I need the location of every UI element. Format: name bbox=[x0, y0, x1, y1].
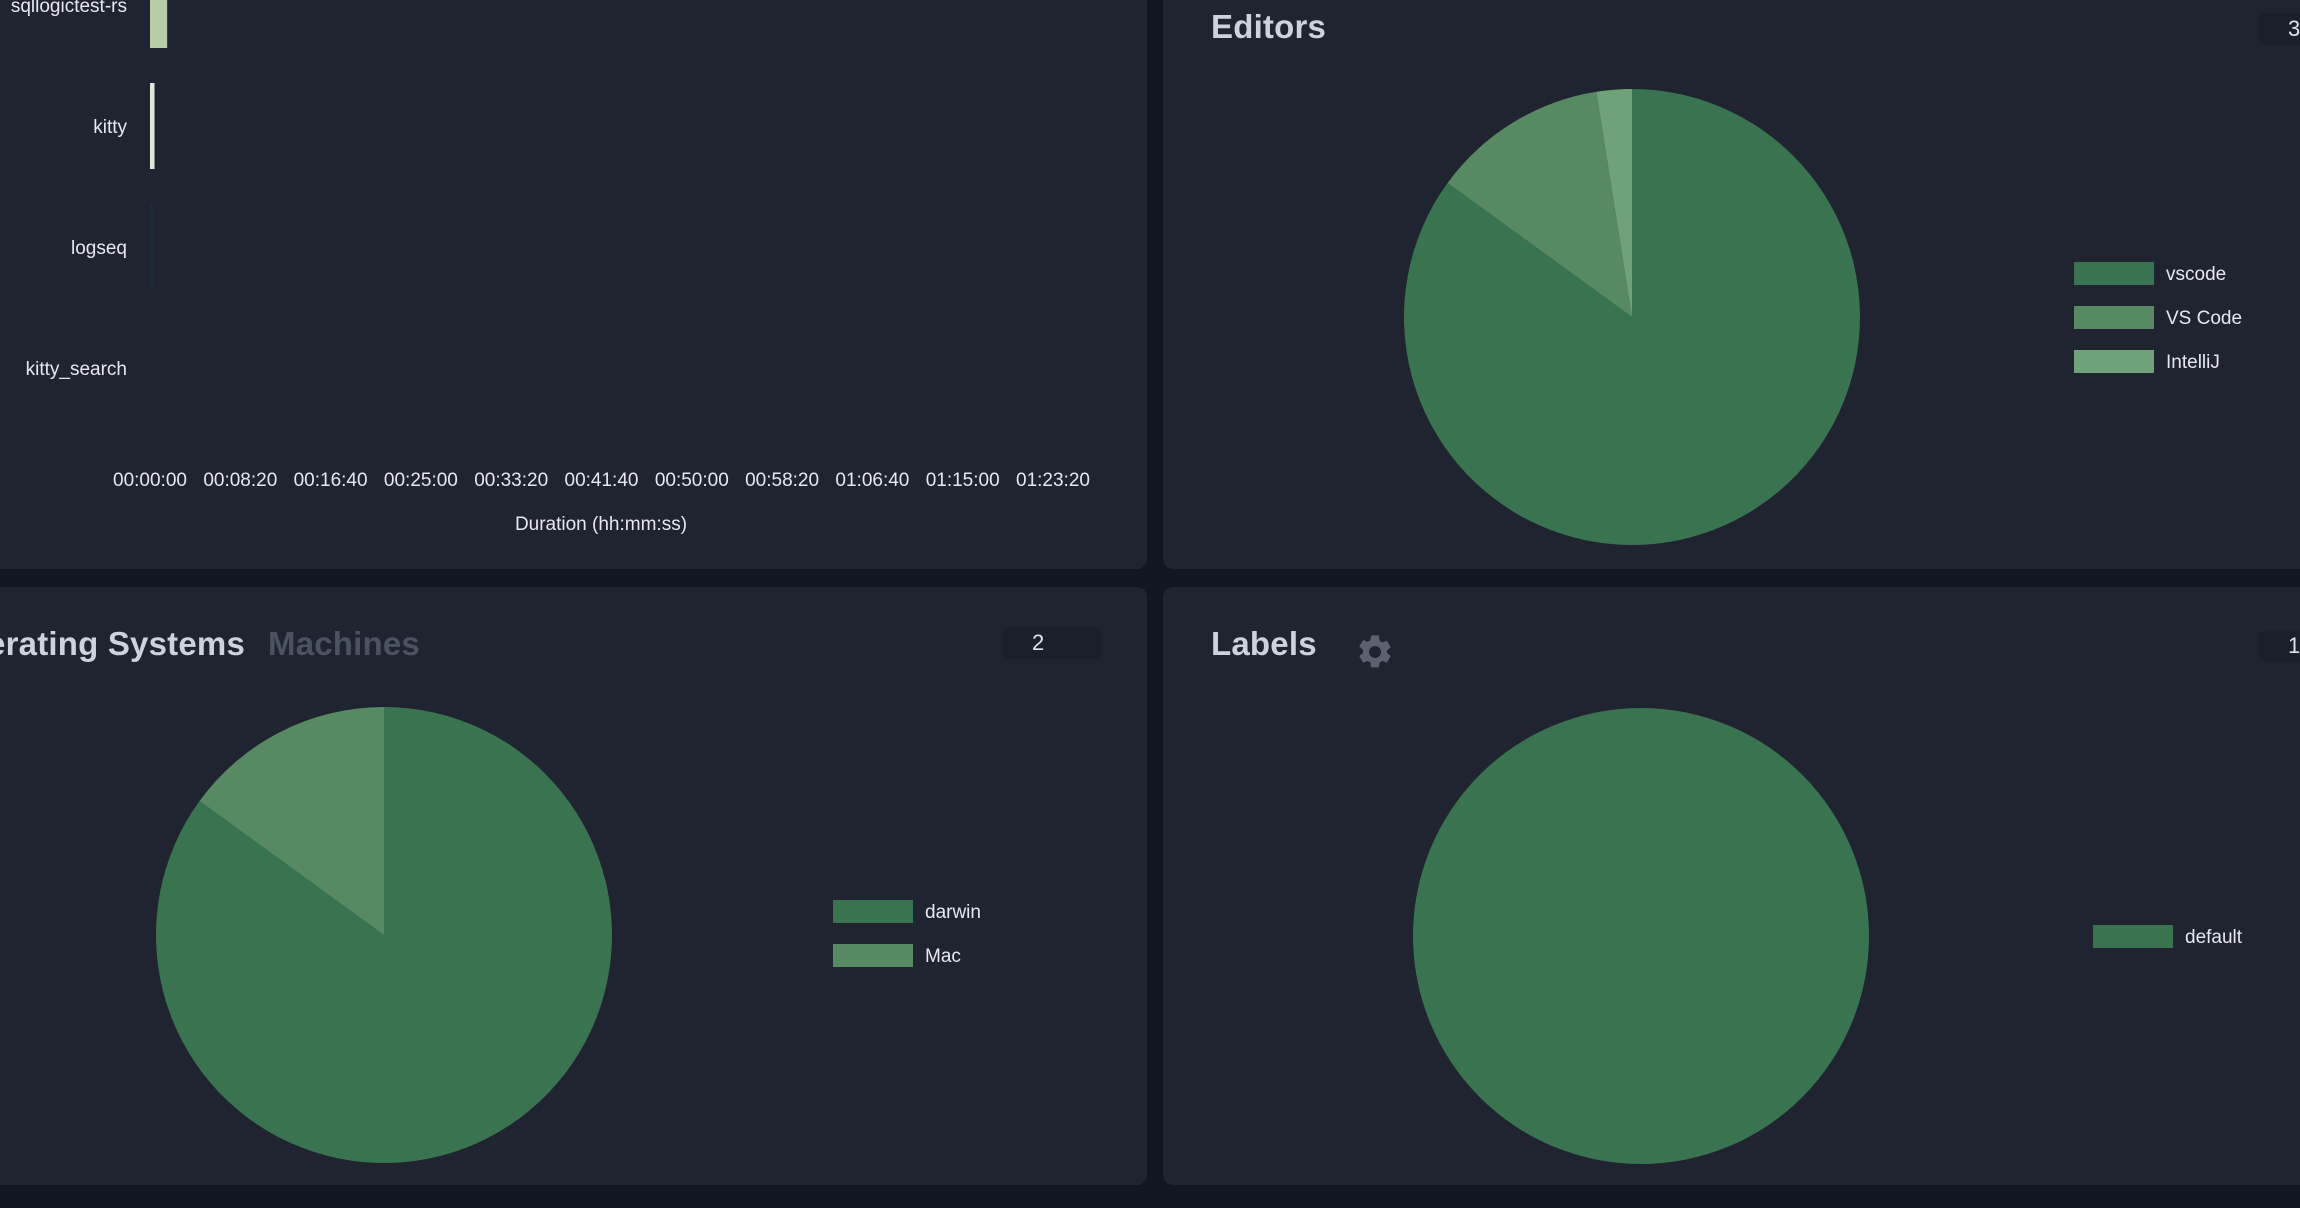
x-tick-label: 00:25:00 bbox=[384, 470, 458, 491]
bar-category-label: sqllogictest-rs bbox=[11, 0, 127, 17]
x-tick-label: 01:23:20 bbox=[1016, 470, 1090, 491]
x-tick-label: 00:41:40 bbox=[565, 470, 639, 491]
legend-swatch bbox=[2093, 925, 2173, 948]
legend-label: vscode bbox=[2166, 264, 2226, 285]
legend-swatch bbox=[2074, 306, 2154, 329]
legend-label: darwin bbox=[925, 902, 981, 923]
pie-slice[interactable] bbox=[1413, 708, 1869, 1164]
legend-swatch bbox=[2074, 350, 2154, 373]
duration-bar[interactable] bbox=[150, 83, 155, 169]
os-pie-chart: darwin Mac bbox=[156, 707, 981, 1163]
x-tick-label: 00:00:00 bbox=[113, 470, 187, 491]
x-tick-label: 00:33:20 bbox=[474, 470, 548, 491]
duration-bar-chart: sqllogictest-rs kitty logseq kitty_search 00… bbox=[11, 0, 1090, 535]
x-tick-label: 01:06:40 bbox=[835, 470, 909, 491]
legend-label: IntelliJ bbox=[2166, 352, 2220, 373]
x-tick-label: 00:50:00 bbox=[655, 470, 729, 491]
x-tick-label: 00:08:20 bbox=[203, 470, 277, 491]
legend-label: default bbox=[2185, 927, 2243, 948]
legend-label: VS Code bbox=[2166, 308, 2242, 329]
legend-label: Mac bbox=[925, 946, 961, 967]
x-axis-label: Duration (hh:mm:ss) bbox=[515, 514, 687, 535]
duration-bar[interactable] bbox=[150, 204, 153, 290]
labels-pie-chart: default bbox=[1413, 708, 2243, 1164]
labels-card: Labels 1 default bbox=[1163, 587, 2300, 1185]
editors-card: Editors 3 vscode VS Code IntelliJ bbox=[1163, 0, 2300, 569]
x-tick-label: 00:16:40 bbox=[294, 470, 368, 491]
duration-bar[interactable] bbox=[150, 0, 168, 48]
editors-pie-chart: vscode VS Code IntelliJ bbox=[1404, 89, 2242, 545]
x-tick-label: 00:58:20 bbox=[745, 470, 819, 491]
projects-duration-card: sqllogictest-rs kitty logseq kitty_search 00… bbox=[0, 0, 1147, 569]
legend-swatch bbox=[833, 900, 913, 923]
bar-category-label: kitty bbox=[93, 117, 127, 138]
bar-category-label: logseq bbox=[71, 238, 127, 259]
legend-swatch bbox=[833, 944, 913, 967]
legend-swatch bbox=[2074, 262, 2154, 285]
bar-category-label: kitty_search bbox=[26, 359, 127, 380]
x-tick-label: 01:15:00 bbox=[926, 470, 1000, 491]
operating-systems-card: Operating Systems Machines 2 darwinMac bbox=[0, 587, 1147, 1185]
